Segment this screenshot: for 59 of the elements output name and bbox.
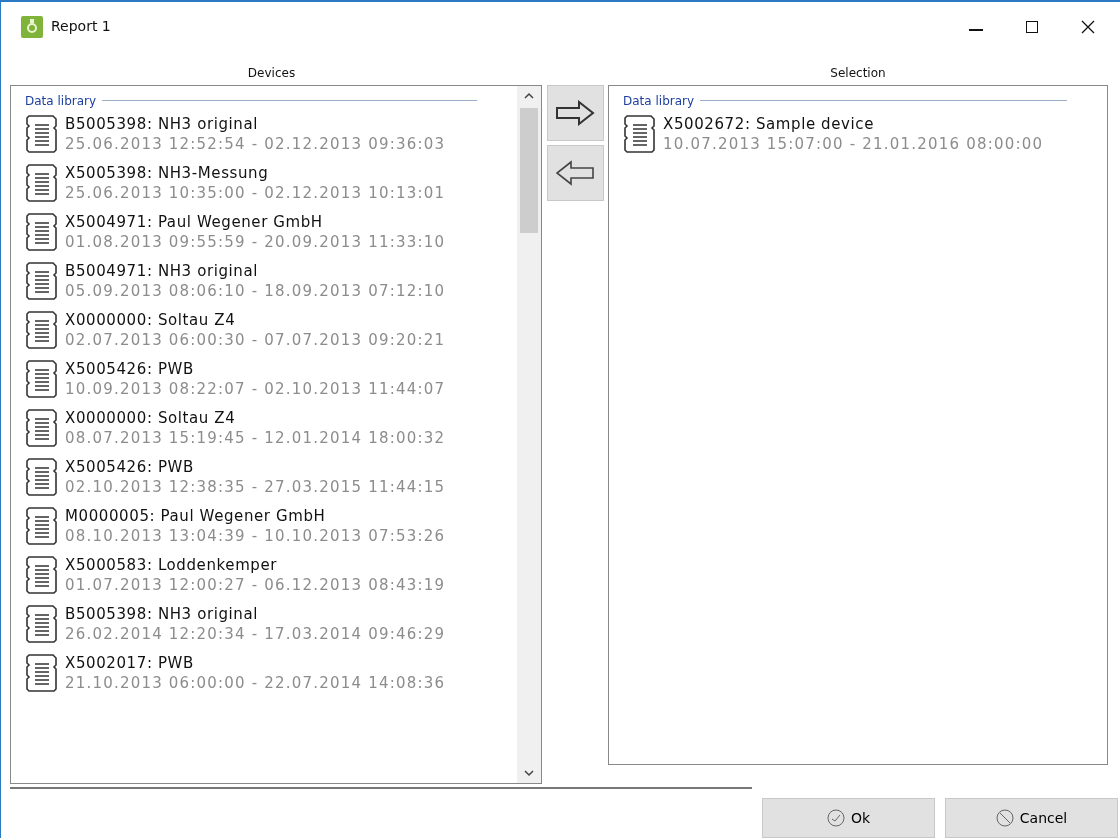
device-icon (25, 211, 59, 252)
device-name: X5005426: PWB (65, 358, 195, 379)
date-range: 25.06.2013 12:52:54 - 02.12.2013 09:36:03 (65, 133, 446, 154)
device-name: X0000000: Soltau Z4 (65, 309, 237, 330)
device-name: X5000583: Loddenkemper (65, 554, 279, 575)
panel-heading: Selection (830, 65, 886, 80)
close-icon (1080, 18, 1096, 35)
date-range: 08.07.2013 15:19:45 - 12.01.2014 18:00:32 (65, 427, 446, 448)
device-name: X5005426: PWB (65, 456, 195, 477)
scroll-thumb[interactable] (520, 107, 538, 233)
cancel-icon (995, 809, 1014, 827)
date-range: 01.08.2013 09:55:59 - 20.09.2013 11:33:10 (65, 231, 446, 252)
maximize-icon (1024, 18, 1040, 35)
device-icon (25, 358, 59, 399)
device-icon (25, 554, 59, 595)
scroll-up-icon[interactable] (524, 91, 534, 100)
device-icon (25, 162, 59, 203)
device-icon (623, 113, 657, 154)
device-name: X5002672: Sample device (663, 113, 875, 134)
device-icon (25, 456, 59, 497)
date-range: 25.06.2013 10:35:00 - 02.12.2013 10:13:01 (65, 182, 446, 203)
device-icon (25, 260, 59, 301)
date-range: 10.09.2013 08:22:07 - 02.10.2013 11:44:07 (65, 378, 446, 399)
ok-button[interactable]: Ok (762, 798, 935, 838)
remove-button[interactable] (546, 144, 604, 201)
panel-heading: Devices (247, 65, 296, 80)
device-icon (25, 505, 59, 546)
device-name: B5005398: NH3 original (65, 113, 259, 134)
device-icon (25, 309, 59, 350)
cancel-button[interactable]: Cancel (945, 798, 1118, 838)
device-name: B5004971: NH3 original (65, 260, 259, 281)
date-range: 21.10.2013 06:00:00 - 22.07.2014 14:08:36 (65, 672, 446, 693)
device-icon (25, 113, 59, 154)
device-name: M0000005: Paul Wegener GmbH (65, 505, 327, 526)
minimize-icon (969, 28, 983, 31)
window-title: Report 1 (51, 17, 111, 37)
device-icon (25, 603, 59, 644)
left-arrow-icon (555, 159, 595, 186)
date-range: 08.10.2013 13:04:39 - 10.10.2013 07:53:26 (65, 525, 446, 546)
date-range: 02.10.2013 12:38:35 - 27.03.2015 11:44:15 (65, 476, 446, 497)
date-range: 10.07.2013 15:07:00 - 21.01.2016 08:00:00 (663, 133, 1044, 154)
scroll-down-icon[interactable] (524, 769, 534, 777)
app-icon (21, 15, 43, 38)
device-name: X5004971: Paul Wegener GmbH (65, 211, 324, 232)
device-name: B5005398: NH3 original (65, 603, 259, 624)
device-icon (25, 407, 59, 448)
right-arrow-icon (555, 99, 595, 126)
device-name: X5005398: NH3-Messung (65, 162, 270, 183)
date-range: 02.07.2013 06:00:30 - 07.07.2013 09:20:21 (65, 329, 446, 350)
device-name: X5002017: PWB (65, 652, 195, 673)
check-icon (826, 809, 845, 827)
device-name: X0000000: Soltau Z4 (65, 407, 237, 428)
device-icon (25, 652, 59, 693)
date-range: 05.09.2013 08:06:10 - 18.09.2013 07:12:10 (65, 280, 446, 301)
date-range: 01.07.2013 12:00:27 - 06.12.2013 08:43:19 (65, 574, 446, 595)
group-label: Data library (623, 92, 695, 110)
group-label: Data library (25, 92, 97, 110)
date-range: 26.02.2014 12:20:34 - 17.03.2014 09:46:29 (65, 623, 446, 644)
add-button[interactable] (546, 84, 604, 141)
